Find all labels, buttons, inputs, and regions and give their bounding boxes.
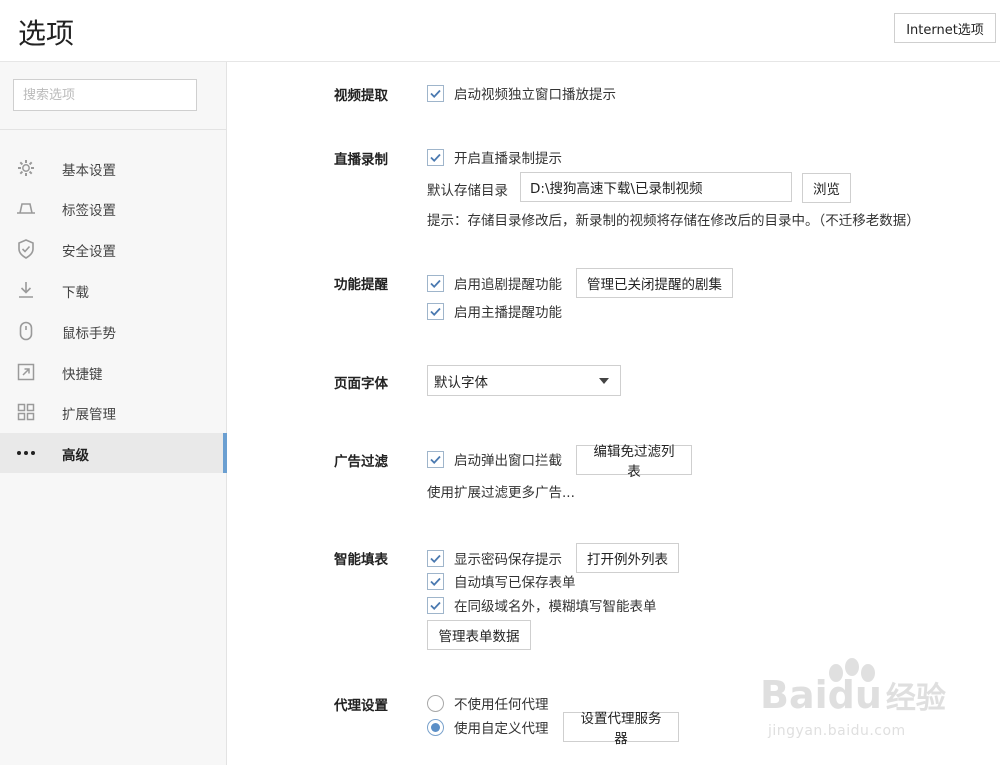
checkbox[interactable] — [427, 148, 444, 166]
sidebar-item-label: 高级 — [62, 448, 89, 464]
extension-filter-link[interactable]: 使用扩展过滤更多广告... — [427, 481, 575, 501]
sidebar: 基本设置 标签设置 安全设置 下载 鼠标手势 快捷键 扩展管理 — [0, 62, 227, 765]
streamer-reminder-option[interactable]: 启用主播提醒功能 — [427, 300, 562, 322]
checkbox[interactable] — [427, 549, 444, 567]
checkbox-label: 启动视频独立窗口播放提示 — [454, 87, 616, 103]
checkbox[interactable] — [427, 84, 444, 102]
font-select-value: 默认字体 — [434, 374, 488, 391]
sidebar-item-extensions[interactable]: 扩展管理 — [0, 392, 227, 432]
sidebar-item-download[interactable]: 下载 — [0, 270, 227, 310]
no-proxy-option[interactable]: 不使用任何代理 — [427, 692, 549, 714]
sidebar-item-label: 鼠标手势 — [62, 326, 116, 342]
radio-label: 使用自定义代理 — [454, 721, 549, 737]
checkbox-label: 启用主播提醒功能 — [454, 305, 562, 321]
checkbox[interactable] — [427, 274, 444, 292]
section-title-adblock: 广告过滤 — [334, 454, 388, 470]
checkbox[interactable] — [427, 596, 444, 614]
checkbox-label: 开启直播录制提示 — [454, 151, 562, 167]
sidebar-item-advanced[interactable]: 高级 — [0, 433, 227, 473]
sidebar-item-label: 下载 — [62, 285, 89, 301]
storage-hint: 提示：存储目录修改后，新录制的视频将存储在修改后的目录中。（不迁移老数据） — [427, 213, 920, 229]
sidebar-item-label: 基本设置 — [62, 163, 116, 179]
internet-options-button[interactable]: Internet选项 — [894, 13, 996, 43]
watermark-cn: 经验 — [885, 681, 946, 716]
sidebar-item-security[interactable]: 安全设置 — [0, 229, 227, 269]
browse-button[interactable]: 浏览 — [802, 173, 851, 203]
checkbox[interactable] — [427, 450, 444, 468]
storage-dir-input[interactable] — [520, 172, 792, 202]
sidebar-item-label: 标签设置 — [62, 203, 116, 219]
sidebar-item-label: 扩展管理 — [62, 407, 116, 423]
series-reminder-option[interactable]: 启用追剧提醒功能 — [427, 272, 562, 294]
title-bar: 选项 Internet选项 — [0, 0, 1000, 62]
storage-dir-label: 默认存储目录 — [427, 183, 508, 199]
fuzzy-autofill-option[interactable]: 在同级域名外，模糊填写智能表单 — [427, 594, 657, 616]
search-input[interactable] — [13, 79, 197, 111]
section-title-autofill: 智能填表 — [334, 552, 388, 568]
section-title-reminder: 功能提醒 — [334, 277, 388, 293]
tab-icon — [16, 198, 36, 218]
checkbox[interactable] — [427, 302, 444, 320]
radio-label: 不使用任何代理 — [454, 697, 549, 713]
shortcut-icon — [16, 362, 36, 382]
checkbox-label: 启动弹出窗口拦截 — [454, 453, 562, 469]
radio-selected[interactable] — [427, 718, 444, 736]
manage-closed-reminders-button[interactable]: 管理已关闭提醒的剧集 — [576, 268, 733, 298]
chevron-down-icon — [599, 378, 609, 384]
autofill-forms-option[interactable]: 自动填写已保存表单 — [427, 570, 576, 592]
live-record-option[interactable]: 开启直播录制提示 — [427, 146, 562, 168]
sidebar-item-basic[interactable]: 基本设置 — [0, 148, 227, 188]
sidebar-item-mouse-gestures[interactable]: 鼠标手势 — [0, 311, 227, 351]
search-area — [0, 62, 227, 130]
baidu-jingyan-watermark: Baidu 经验 jingyan.baidu.com — [760, 655, 990, 755]
watermark-url: jingyan.baidu.com — [768, 723, 906, 739]
font-select[interactable]: 默认字体 — [427, 365, 621, 396]
sidebar-item-label: 安全设置 — [62, 244, 116, 260]
watermark-brand: Bai — [760, 673, 828, 717]
sidebar-item-shortcuts[interactable]: 快捷键 — [0, 352, 227, 392]
checkbox-label: 在同级域名外，模糊填写智能表单 — [454, 599, 657, 615]
password-save-option[interactable]: 显示密码保存提示 — [427, 547, 562, 569]
watermark-brand2: du — [827, 673, 882, 717]
video-popup-option[interactable]: 启动视频独立窗口播放提示 — [427, 82, 616, 104]
section-title-font: 页面字体 — [334, 376, 388, 392]
extensions-icon — [16, 402, 36, 422]
radio[interactable] — [427, 694, 444, 712]
gear-icon — [16, 158, 36, 178]
page-title: 选项 — [18, 17, 75, 50]
more-icon — [16, 443, 36, 463]
section-title-live: 直播录制 — [334, 152, 388, 168]
mouse-icon — [16, 321, 36, 341]
set-proxy-server-button[interactable]: 设置代理服务器 — [563, 711, 679, 747]
open-exceptions-button[interactable]: 打开例外列表 — [576, 543, 679, 573]
sidebar-item-tabs[interactable]: 标签设置 — [0, 188, 227, 228]
checkbox[interactable] — [427, 572, 444, 590]
checkbox-label: 启用追剧提醒功能 — [454, 277, 562, 293]
download-icon — [16, 280, 36, 300]
checkbox-label: 自动填写已保存表单 — [454, 575, 576, 591]
custom-proxy-option[interactable]: 使用自定义代理 — [427, 716, 549, 738]
manage-form-data-button[interactable]: 管理表单数据 — [427, 620, 531, 650]
shield-icon — [16, 239, 36, 259]
popup-block-option[interactable]: 启动弹出窗口拦截 — [427, 448, 562, 470]
checkbox-label: 显示密码保存提示 — [454, 552, 562, 568]
section-title-video: 视频提取 — [334, 88, 388, 104]
section-title-proxy: 代理设置 — [334, 698, 388, 714]
edit-whitelist-button[interactable]: 编辑免过滤列表 — [576, 444, 692, 480]
sidebar-item-label: 快捷键 — [62, 367, 103, 383]
